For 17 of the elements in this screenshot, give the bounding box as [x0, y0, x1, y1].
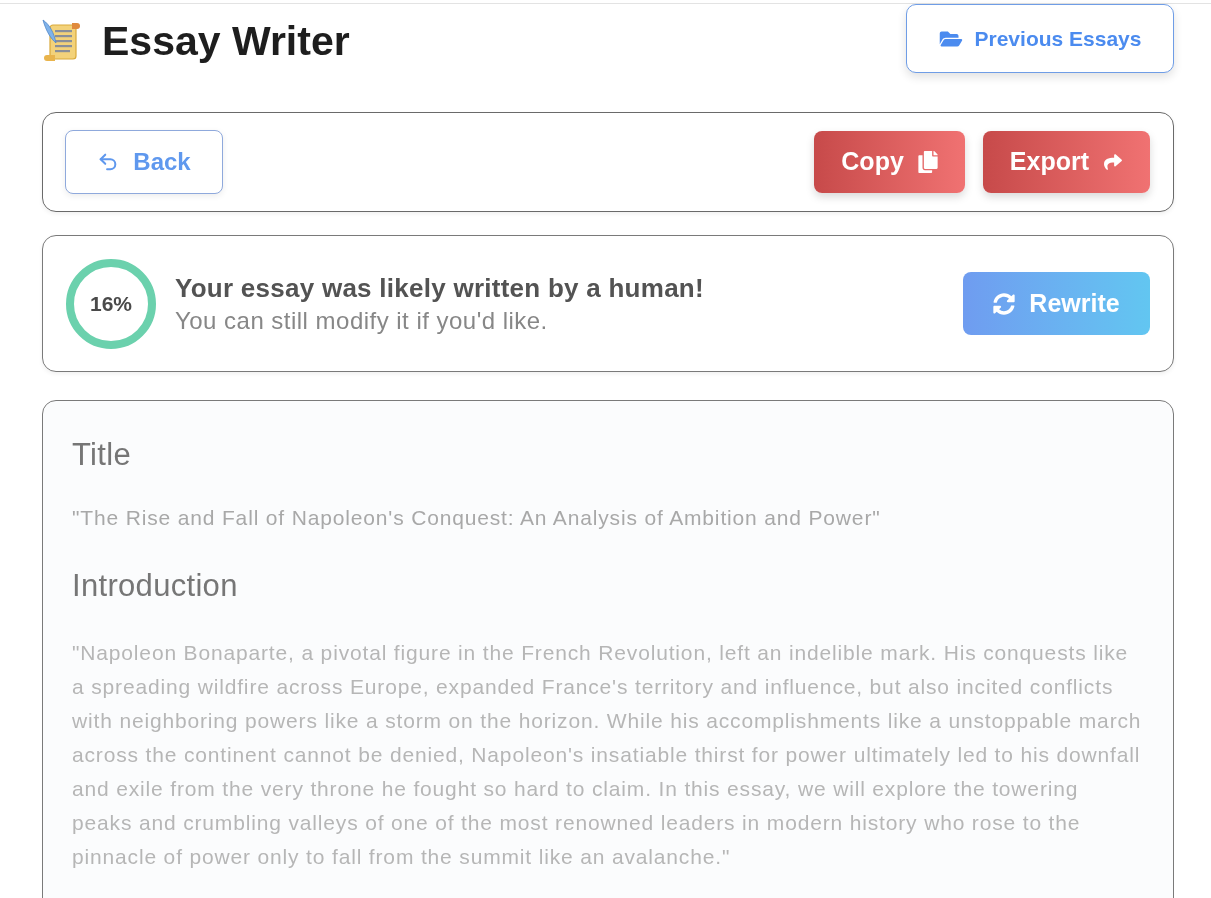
section-heading: Introduction	[72, 567, 239, 605]
share-arrow-icon	[1103, 153, 1123, 171]
result-subtext: You can still modify it if you'd like.	[175, 305, 549, 336]
section-text: "Napoleon Bonaparte, a pivotal figure in the French Revolution, left an indelible mark. His conquests like a spreading wildfire across Europe, expanded France's territory and influence, but also incited conflicts with neighboring powers like a storm on the horizon. While his accomplishments like a unstoppable march across the continent cannot be denied, Napoleon's insatiable thirst for power ultimately led to his downfall and exile from the very throne he fought so hard to claim. In this essay, we will explore the towering peaks and crumbling valleys of one of the most renowned leaders in modern history who rose to the pinnacle of power only to fall from the summit like an avalanche."	[72, 640, 1143, 870]
result-heading: Your essay was likely written by a human!	[175, 271, 704, 305]
export-button[interactable]: Export	[982, 131, 1150, 193]
page-title: Essay Writer	[102, 17, 350, 65]
section-text: "The Rise and Fall of Napoleon's Conquest: An Analysis of Ambition and Power"	[72, 505, 882, 531]
rewrite-button[interactable]: Rewrite	[963, 272, 1150, 335]
scroll-icon	[42, 19, 82, 63]
previous-essays-button[interactable]: Previous Essays	[906, 4, 1174, 73]
copy-icon	[917, 151, 938, 173]
section-heading: Title	[72, 436, 132, 474]
copy-button[interactable]: Copy	[814, 131, 965, 193]
refresh-icon	[993, 292, 1016, 315]
score-percentage: 16%	[90, 290, 132, 317]
back-button[interactable]: Back	[65, 130, 223, 194]
